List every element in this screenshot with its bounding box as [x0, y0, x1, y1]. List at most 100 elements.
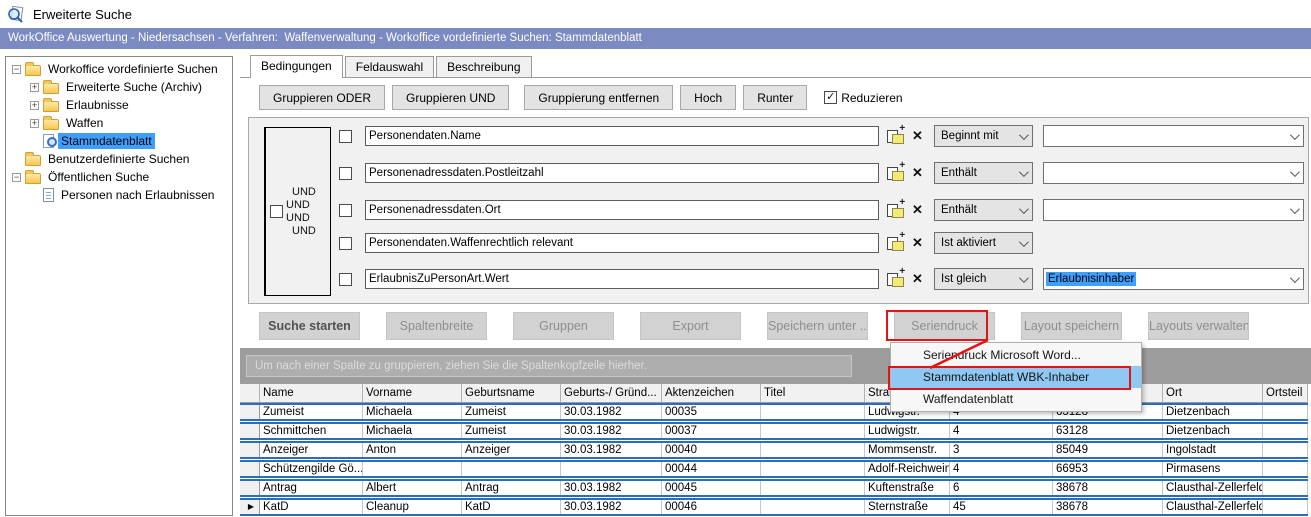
column-header-ortsteil[interactable]: Ortsteil: [1263, 384, 1308, 402]
table-row[interactable]: ▶KatDCleanupKatD30.03.198200046Sternstra…: [240, 498, 1308, 516]
tree-item-stammdatenblatt[interactable]: Stammdatenblatt: [6, 132, 232, 150]
value-combo[interactable]: Erlaubnisinhaber: [1043, 268, 1304, 290]
condition-checkbox[interactable]: [339, 204, 352, 217]
tab-bedingungen[interactable]: Bedingungen: [250, 55, 343, 78]
gruppen-button[interactable]: Gruppen: [513, 312, 614, 340]
delete-condition-icon[interactable]: ✕: [910, 235, 925, 251]
menu-item-waffendatenblatt[interactable]: Waffendatenblatt: [891, 388, 1141, 410]
column-header-geburtsname[interactable]: Geburtsname: [462, 384, 561, 402]
add-field-icon[interactable]: +: [887, 165, 905, 181]
value-combo[interactable]: [1043, 162, 1304, 184]
gruppieren-oder-button[interactable]: Gruppieren ODER: [259, 85, 385, 110]
collapse-icon[interactable]: −: [12, 65, 21, 74]
operator-value: Enthält: [941, 167, 977, 179]
value-combo[interactable]: [1043, 125, 1304, 147]
column-header-ort[interactable]: Ort: [1163, 384, 1263, 402]
table-cell: Albert: [363, 481, 462, 495]
delete-condition-icon[interactable]: ✕: [910, 128, 925, 144]
table-row[interactable]: AntragAlbertAntrag30.03.198200045Kuftens…: [240, 479, 1308, 497]
expand-icon[interactable]: +: [30, 101, 39, 110]
condition-field-input[interactable]: [365, 200, 879, 220]
tab-feldauswahl[interactable]: Feldauswahl: [345, 56, 434, 77]
search-tree-panel: −Workoffice vordefinierte Suchen+Erweite…: [5, 56, 233, 516]
reduzieren-checkbox-row[interactable]: ✓Reduzieren: [824, 91, 902, 105]
column-header-vorname[interactable]: Vorname: [363, 384, 462, 402]
table-cell: Zumeist: [462, 405, 561, 419]
table-cell: 00045: [662, 481, 761, 495]
add-field-icon[interactable]: +: [887, 128, 905, 144]
expand-icon[interactable]: +: [30, 83, 39, 92]
table-cell: Anton: [363, 443, 462, 457]
operator-select[interactable]: Beginnt mit: [934, 125, 1033, 147]
tree-item-erweiterte-suche-archiv[interactable]: +Erweiterte Suche (Archiv): [6, 78, 232, 96]
spaltenbreite-button[interactable]: Spaltenbreite: [386, 312, 487, 340]
layout-speichern-button[interactable]: Layout speichern: [1021, 312, 1122, 340]
condition-checkbox[interactable]: [339, 273, 352, 286]
export-button[interactable]: Export: [640, 312, 741, 340]
table-row[interactable]: ZumeistMichaelaZumeist30.03.198200035Lud…: [240, 403, 1308, 421]
speichern-unter-button[interactable]: Speichern unter ...: [767, 312, 868, 340]
tree-item-erlaubnisse[interactable]: +Erlaubnisse: [6, 96, 232, 114]
seriendruck-button[interactable]: Seriendruck: [894, 312, 995, 340]
delete-condition-icon[interactable]: ✕: [910, 202, 925, 218]
condition-checkbox[interactable]: [339, 130, 352, 143]
column-header-aktenzeichen[interactable]: Aktenzeichen: [662, 384, 761, 402]
condition-checkbox[interactable]: [339, 167, 352, 180]
hoch-button[interactable]: Hoch: [680, 85, 736, 110]
condition-row: + ✕ Ist gleich Erlaubnisinhaber: [339, 268, 1304, 290]
grouping-bar: Um nach einer Spalte zu gruppieren, zieh…: [240, 348, 1311, 384]
tab-beschreibung[interactable]: Beschreibung: [436, 56, 531, 77]
group-checkbox[interactable]: [270, 205, 283, 218]
tree-item-benutzerdefinierte-suchen[interactable]: Benutzerdefinierte Suchen: [6, 150, 232, 168]
reduzieren-checkbox[interactable]: ✓: [824, 91, 837, 104]
table-row[interactable]: AnzeigerAntonAnzeiger30.03.198200040Momm…: [240, 441, 1308, 459]
suche-starten-button[interactable]: Suche starten: [259, 312, 360, 340]
table-cell: [462, 462, 561, 476]
menu-item-stammdatenblatt-wbk-inhaber[interactable]: Stammdatenblatt WBK-Inhaber: [891, 366, 1141, 388]
tree-item-workoffice-vordefinierte-suchen[interactable]: −Workoffice vordefinierte Suchen: [6, 60, 232, 78]
collapse-icon[interactable]: −: [12, 173, 21, 182]
value-combo-text: [1046, 135, 1050, 137]
tree-item-label: Waffen: [63, 115, 106, 131]
tree-item-öffentlichen-suche[interactable]: − Öffentlichen Suche: [6, 168, 232, 186]
column-header[interactable]: [240, 384, 260, 402]
table-cell: Michaela: [363, 424, 462, 438]
tree-item-waffen[interactable]: + Waffen: [6, 114, 232, 132]
condition-field-input[interactable]: [365, 269, 879, 289]
value-combo[interactable]: [1043, 199, 1304, 221]
operator-select[interactable]: Enthält: [934, 199, 1033, 221]
table-cell: [761, 481, 865, 495]
tree-item-personen-nach-erlaubnissen[interactable]: Personen nach Erlaubnissen: [6, 186, 232, 204]
plus-glyph: +: [899, 197, 905, 208]
operator-select[interactable]: Ist aktiviert: [934, 232, 1033, 254]
condition-field-input[interactable]: [365, 163, 879, 183]
add-field-icon[interactable]: +: [887, 235, 905, 251]
table-row[interactable]: Schützengilde Gö...00044Adolf-Reichwein-…: [240, 460, 1308, 478]
operator-select[interactable]: Enthält: [934, 162, 1033, 184]
gruppierung-entfernen-button[interactable]: Gruppierung entfernen: [524, 85, 673, 110]
table-cell: KatD: [462, 500, 561, 514]
condition-field-input[interactable]: [365, 126, 879, 146]
column-header-geburts-gründ[interactable]: Geburts-/ Gründ...: [561, 384, 662, 402]
add-field-icon[interactable]: +: [887, 202, 905, 218]
layouts-verwalten-button[interactable]: Layouts verwalten: [1148, 312, 1249, 340]
table-cell: [1263, 462, 1308, 476]
column-header-titel[interactable]: Titel: [761, 384, 865, 402]
gruppieren-und-button[interactable]: Gruppieren UND: [392, 85, 509, 110]
menu-item-seriendruck-microsoft-word[interactable]: Seriendruck Microsoft Word...: [891, 344, 1141, 366]
column-header-name[interactable]: Name: [260, 384, 363, 402]
condition-checkbox[interactable]: [339, 237, 352, 250]
table-row[interactable]: SchmittchenMichaelaZumeist30.03.19820003…: [240, 422, 1308, 440]
delete-condition-icon[interactable]: ✕: [910, 165, 925, 181]
table-cell: Dietzenbach: [1163, 405, 1263, 419]
table-cell: 63128: [1053, 424, 1163, 438]
runter-button[interactable]: Runter: [743, 85, 807, 110]
operator-select[interactable]: Ist gleich: [934, 268, 1033, 290]
tree-item-label: Öffentlichen Suche: [45, 169, 152, 185]
delete-condition-icon[interactable]: ✕: [910, 271, 925, 287]
result-action-bar: Suche starten Spaltenbreite Gruppen Export S…: [259, 312, 1249, 340]
condition-field-input[interactable]: [365, 233, 879, 253]
expand-icon[interactable]: +: [30, 119, 39, 128]
condition-row: + ✕ Enthält: [339, 162, 1304, 184]
add-field-icon[interactable]: +: [887, 271, 905, 287]
